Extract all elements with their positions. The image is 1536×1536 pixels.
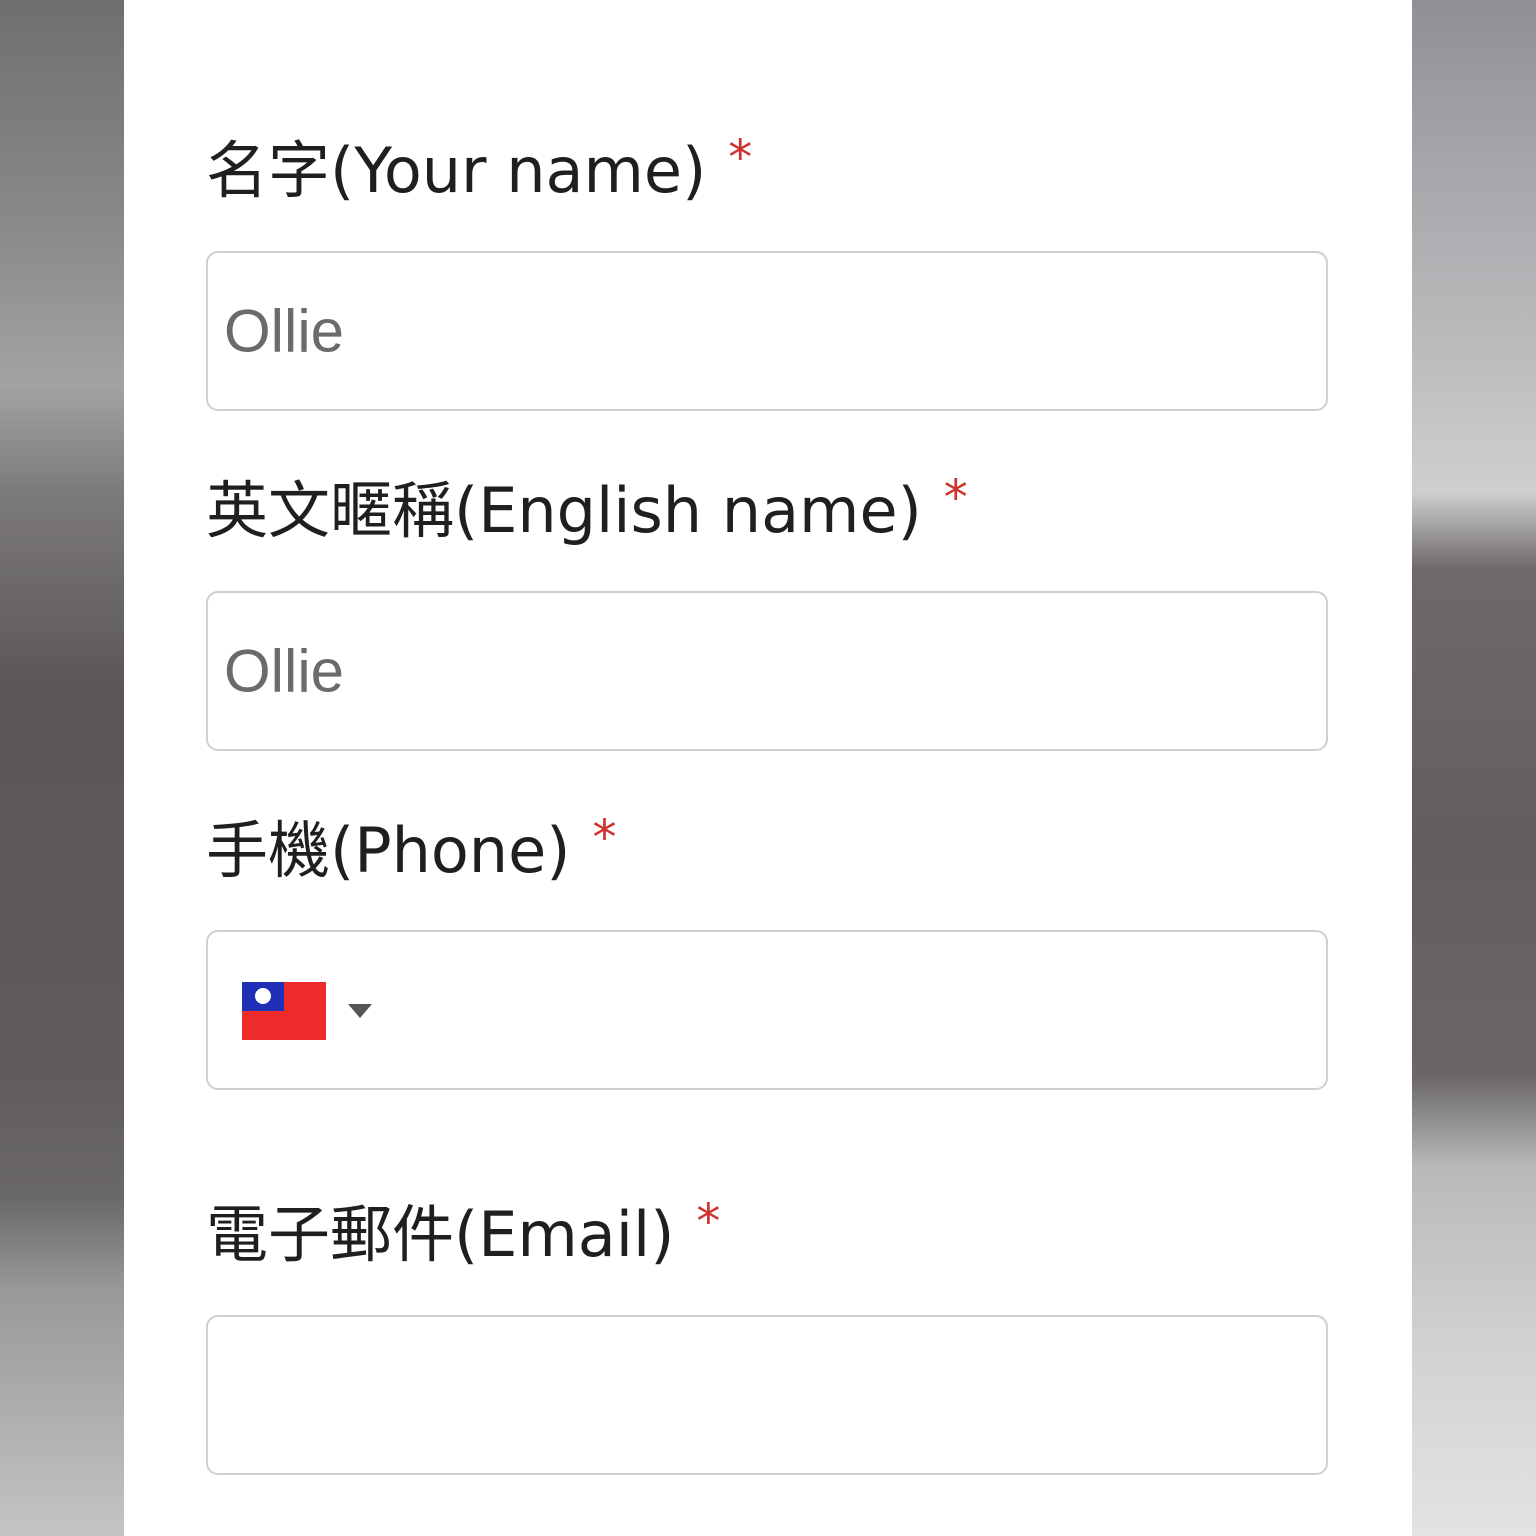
phone-input[interactable] [206,930,1328,1090]
flag-canton [242,982,284,1011]
english-name-label-text: 英文暱稱(English name) [206,474,922,547]
name-label-text: 名字(Your name) [206,134,707,207]
email-input[interactable] [206,1315,1328,1475]
phone-label-text: 手機(Phone) [206,814,571,887]
english-name-label: 英文暱稱(English name) * [206,474,968,542]
taiwan-flag-icon[interactable] [242,982,326,1040]
english-name-required-mark: * [943,470,968,526]
form-card [124,0,1412,1536]
name-label: 名字(Your name) * [206,134,752,202]
name-input[interactable]: Ollie [206,251,1328,411]
english-name-input-value: Ollie [224,637,345,705]
english-name-input[interactable]: Ollie [206,591,1328,751]
phone-required-mark: * [592,810,617,866]
phone-label: 手機(Phone) * [206,814,616,882]
flag-sun [255,988,271,1004]
background-right-edge [1412,0,1536,1536]
email-required-mark: * [696,1194,721,1250]
chevron-down-icon[interactable] [348,1004,372,1018]
name-required-mark: * [728,130,753,186]
name-input-value: Ollie [224,297,345,365]
background-left-edge [0,0,124,1536]
email-label: 電子郵件(Email) * [206,1198,720,1266]
email-label-text: 電子郵件(Email) [206,1198,675,1271]
